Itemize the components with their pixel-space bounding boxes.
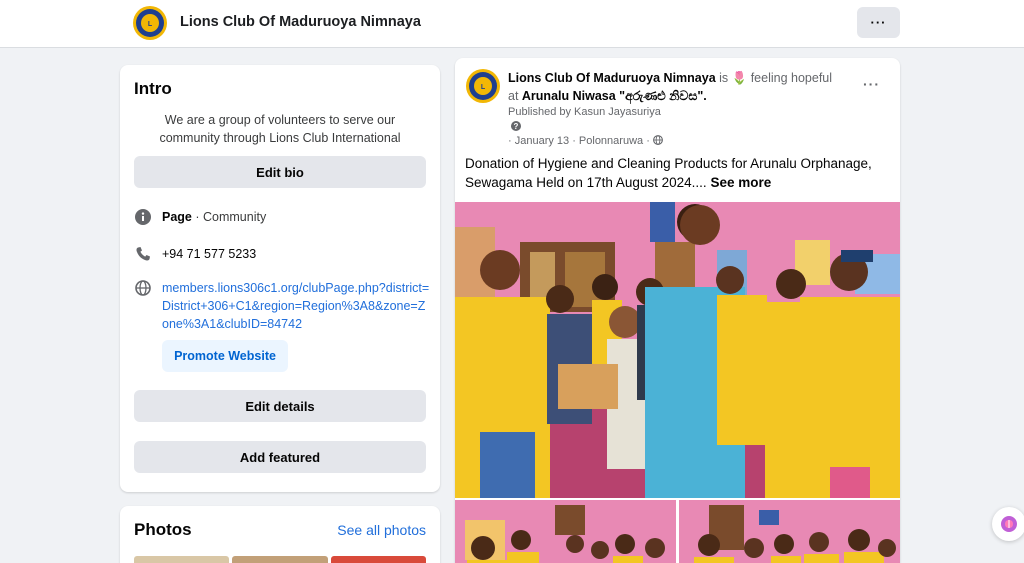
add-featured-button[interactable]: Add featured (134, 441, 426, 473)
feeling-emoji: 🌷 (731, 71, 748, 85)
category-row: Page · Community (134, 208, 266, 226)
see-all-photos-link[interactable]: See all photos (337, 522, 426, 538)
svg-text:L: L (481, 84, 486, 91)
phone-icon (134, 245, 152, 263)
photos-card: Photos See all photos (120, 506, 440, 563)
post-photo-tertiary[interactable] (679, 500, 900, 563)
photos-title: Photos (134, 520, 192, 539)
promote-website-button[interactable]: Promote Website (162, 340, 288, 372)
feeling-prefix: is (715, 71, 732, 85)
page-title[interactable]: Lions Club Of Maduruoya Nimnaya (180, 14, 421, 30)
category-label: Page (162, 210, 192, 224)
svg-text:L: L (148, 21, 153, 28)
phone-number[interactable]: +94 71 577 5233 (162, 245, 256, 263)
post-card: L Lions Club Of Maduruoya Nimnaya is 🌷 f… (455, 58, 900, 563)
post-header: Lions Club Of Maduruoya Nimnaya is 🌷 fee… (508, 69, 868, 105)
post-body: Donation of Hygiene and Cleaning Product… (465, 156, 872, 190)
website-link[interactable]: members.lions306c1.org/clubPage.php?dist… (162, 279, 432, 333)
at-prefix: at (508, 89, 522, 103)
intro-title: Intro (134, 79, 172, 98)
post-photo-main[interactable] (455, 202, 900, 498)
info-icon (134, 208, 152, 226)
post-author-name[interactable]: Lions Club Of Maduruoya Nimnaya (508, 71, 716, 85)
help-icon[interactable]: ? (511, 121, 521, 131)
intro-card: Intro We are a group of volunteers to se… (120, 65, 440, 492)
phone-row: +94 71 577 5233 (134, 245, 256, 263)
ai-assistant-button[interactable] (992, 507, 1024, 541)
photo-thumbnail[interactable] (330, 556, 426, 563)
category-value: · Community (191, 210, 267, 224)
more-options-button[interactable]: ··· (857, 7, 900, 38)
globe-icon (134, 279, 152, 297)
post-meta: · January 13 · Polonnaruwa · (508, 135, 663, 147)
lions-logo[interactable]: L (132, 5, 168, 41)
intro-bio: We are a group of volunteers to serve ou… (159, 113, 401, 145)
edit-details-button[interactable]: Edit details (134, 390, 426, 422)
post-date-location[interactable]: · January 13 · Polonnaruwa · (508, 135, 650, 147)
post-location[interactable]: Arunalu Niwasa "අරුණළු නිවස". (522, 89, 707, 103)
feeling-text: feeling hopeful (747, 71, 833, 85)
photo-thumbnails (134, 556, 426, 563)
photo-thumbnail[interactable] (232, 556, 328, 563)
ai-assistant-icon (1001, 516, 1017, 532)
website-row: members.lions306c1.org/clubPage.php?dist… (134, 279, 432, 333)
post-photo-secondary[interactable] (455, 500, 676, 563)
post-more-icon[interactable]: ··· (863, 76, 880, 92)
post-text: Donation of Hygiene and Cleaning Product… (465, 154, 890, 192)
published-by[interactable]: Published by Kasun Jayasuriya (508, 106, 661, 118)
post-author-avatar[interactable]: L (465, 68, 501, 104)
page-header: L Lions Club Of Maduruoya Nimnaya ··· (0, 0, 1024, 48)
edit-bio-button[interactable]: Edit bio (134, 156, 426, 188)
see-more-link[interactable]: See more (710, 175, 771, 190)
photo-thumbnail[interactable] (134, 556, 230, 563)
globe-privacy-icon[interactable] (652, 135, 663, 145)
